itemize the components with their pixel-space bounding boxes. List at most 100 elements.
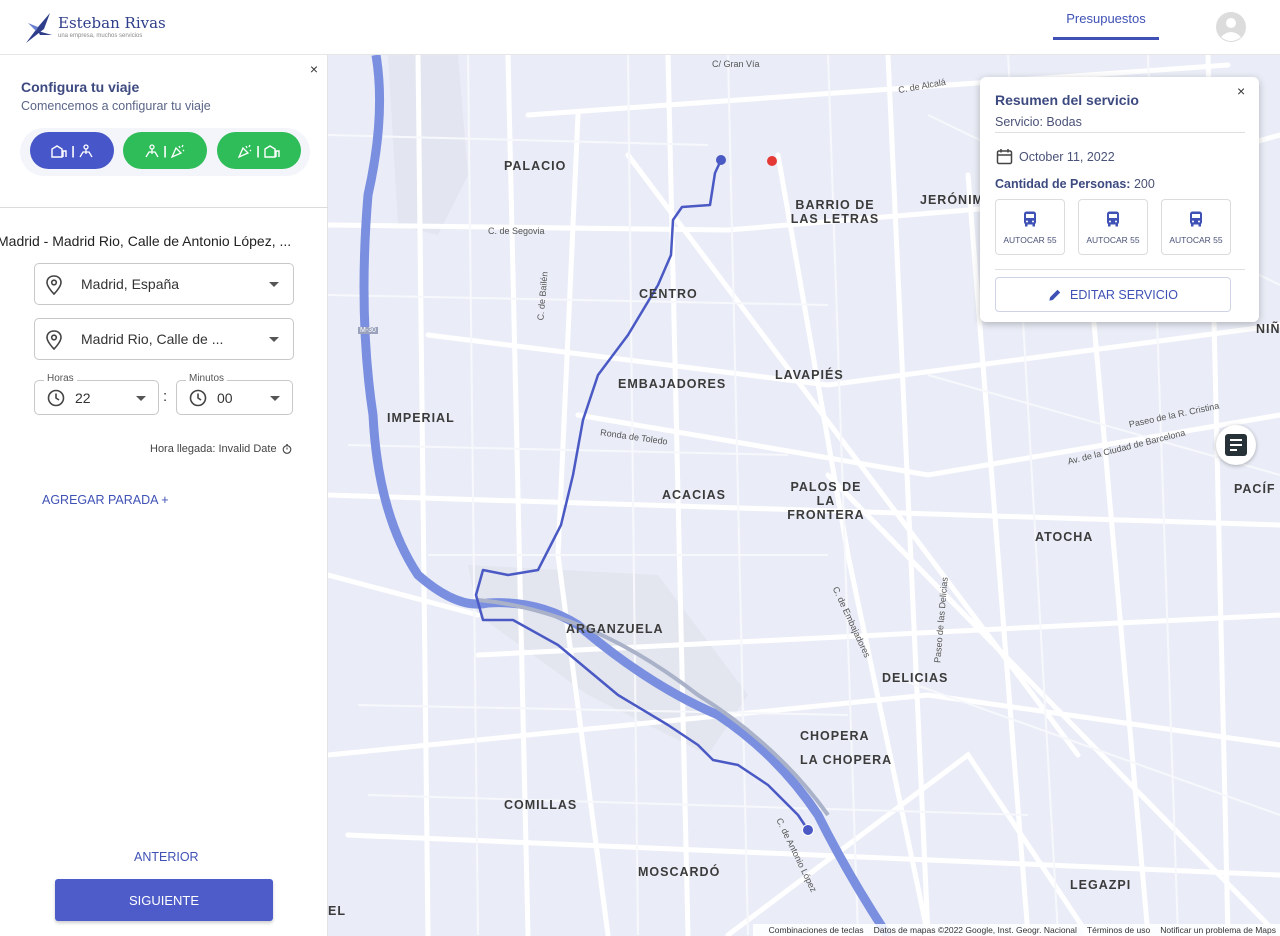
pencil-icon [1049,289,1061,301]
chevron-down-icon [269,337,279,342]
location-pin-icon [46,275,62,295]
hours-select[interactable]: Horas 22 [34,373,159,415]
map-highway-label: M-30 [358,327,378,334]
panel-subtitle: Comencemos a configurar tu viaje [21,99,211,113]
edit-service-label: EDITAR SERVICIO [1070,287,1178,302]
summary-date: October 11, 2022 [996,148,1115,165]
map-attribution: Combinaciones de teclas Datos de mapas ©… [753,924,1280,936]
trip-mode-party-to-building[interactable]: | [217,132,301,169]
summary-title: Resumen del servicio [995,92,1139,108]
summary-divider [995,132,1245,133]
map-district-label: NIÑ [1256,322,1280,336]
trip-mode-building-to-people[interactable]: | [30,132,114,169]
people-icon [145,143,159,157]
map-data-credit: Datos de mapas ©2022 Google, Inst. Geogr… [873,925,1077,935]
map-district-label: CHOPERA [800,729,870,743]
brand-tagline: una empresa, muchos servicios [58,33,143,39]
building-icon [263,144,280,158]
bus-icon [1107,211,1119,226]
map-district-label: COMILLAS [504,798,578,812]
chevron-down-icon [136,396,146,401]
timer-icon [282,444,291,454]
location-pin-icon [46,330,62,350]
map-district-label: ARGANZUELA [566,622,664,636]
service-summary-card: Resumen del servicio × Servicio: Bodas O… [980,77,1259,322]
bus-label: AUTOCAR 55 [1086,234,1140,245]
add-stop-button[interactable]: AGREGAR PARADA + [42,493,169,507]
map-street-label: C/ Gran Vía [712,59,760,69]
summary-service: Servicio: Bodas [995,115,1082,129]
bird-logo-icon [26,13,52,43]
minutes-select[interactable]: Minutos 00 [176,373,293,415]
map-district-label: DELICIAS [882,671,949,685]
summary-people: Cantidad de Personas: 200 [995,177,1155,191]
close-summary-button[interactable]: × [1237,83,1245,99]
brand-name: Esteban Rivas [58,14,166,32]
time-separator: : [163,388,168,405]
bus-option[interactable]: AUTOCAR 55 [1161,199,1231,255]
terms-link[interactable]: Términos de uso [1087,925,1150,935]
party-icon [238,144,252,158]
minutes-label: Minutos [186,373,228,384]
bus-option[interactable]: AUTOCAR 55 [1078,199,1148,255]
panel-title: Configura tu viaje [21,79,140,95]
next-button[interactable]: SIGUIENTE [55,879,273,921]
bus-label: AUTOCAR 55 [1003,234,1057,245]
map-summary-toggle[interactable] [1216,425,1256,465]
chevron-down-icon [270,396,280,401]
map-district-label: CENTRO [639,287,698,301]
tab-presupuestos[interactable]: Presupuestos [1053,0,1159,40]
map-district-label: MOSCARDÓ [638,865,721,879]
destination-value: Madrid Rio, Calle de ... [81,331,224,347]
close-panel-button[interactable]: × [306,61,322,77]
map-district-label: BARRIO DE LAS LETRAS [790,198,880,226]
map-district-label: JERÓNIM [920,193,984,207]
map-district-label: PACÍF [1234,482,1276,496]
clock-icon [189,389,207,407]
map-district-label: LEGAZPI [1070,878,1132,892]
map-district-label: ATOCHA [1035,530,1094,544]
map-district-label: LAVAPIÉS [775,368,844,382]
map-district-label: PALOS DE LA FRONTERA [787,480,865,522]
bus-icon [1190,211,1202,226]
map-district-label: LA CHOPERA [800,753,893,767]
map-district-label: EL [328,904,346,918]
bus-icon [1024,211,1036,226]
map-district-label: IMPERIAL [387,411,455,425]
notes-icon [1225,434,1247,456]
people-label: Cantidad de Personas: [995,177,1131,191]
arrival-time-text: Hora llegada: Invalid Date [150,443,277,455]
edit-service-button[interactable]: EDITAR SERVICIO [995,277,1231,312]
map-street-label: C. de Segovia [488,226,545,236]
arrival-time: Hora llegada: Invalid Date [150,443,292,455]
bus-label: AUTOCAR 55 [1169,234,1223,245]
user-avatar-icon[interactable] [1216,12,1246,42]
origin-select[interactable]: Madrid, España [34,263,294,305]
panel-divider [0,207,328,208]
destination-select[interactable]: Madrid Rio, Calle de ... [34,318,294,360]
minutes-value: 00 [217,390,233,406]
calendar-icon [996,149,1013,165]
hours-value: 22 [75,390,91,406]
summary-date-text: October 11, 2022 [1019,149,1115,164]
map-district-label: PALACIO [504,159,567,173]
map-district-label: EMBAJADORES [618,377,727,391]
hours-label: Horas [44,373,77,384]
trip-config-panel: × Configura tu viaje Comencemos a config… [0,55,328,936]
bus-option[interactable]: AUTOCAR 55 [995,199,1065,255]
keyboard-shortcuts-link[interactable]: Combinaciones de teclas [769,925,864,935]
report-problem-link[interactable]: Notificar un problema de Maps [1160,925,1276,935]
map-district-label: ACACIAS [662,488,726,502]
app-header: Esteban Rivas una empresa, muchos servic… [0,0,1280,55]
clock-icon [47,389,65,407]
route-title: Madrid - Madrid Rio, Calle de Antonio Ló… [0,233,320,249]
previous-button[interactable]: ANTERIOR [134,850,199,864]
brand-logo[interactable]: Esteban Rivas una empresa, muchos servic… [24,8,166,46]
trip-mode-people-to-party[interactable]: | [123,132,207,169]
origin-marker[interactable] [716,155,726,165]
people-count: 200 [1133,177,1155,191]
route-title-text: Madrid - Madrid Rio, Calle de Antonio Ló… [0,233,292,249]
destination-marker[interactable] [802,824,814,836]
party-icon [170,144,185,158]
stop-marker[interactable] [767,156,777,166]
